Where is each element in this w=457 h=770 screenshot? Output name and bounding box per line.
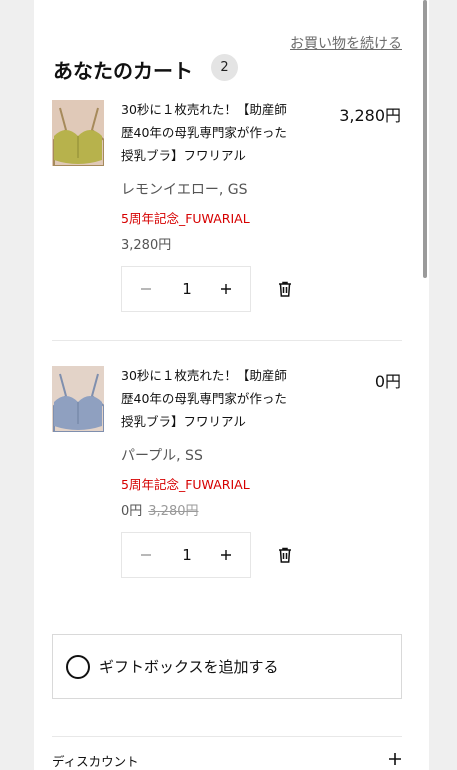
remove-item-button[interactable]	[275, 545, 295, 565]
increase-quantity-button[interactable]	[206, 533, 246, 577]
cart-count-badge: 2	[211, 54, 238, 81]
increase-quantity-button[interactable]	[206, 267, 246, 311]
variant-text: レモンイエロー, GS	[121, 182, 248, 198]
product-image[interactable]	[52, 100, 104, 166]
variant-text: パープル, SS	[121, 448, 203, 464]
quantity-stepper: 1	[121, 266, 251, 312]
line-total: 0円	[374, 372, 401, 391]
decrease-quantity-button[interactable]	[126, 533, 166, 577]
remove-item-button[interactable]	[275, 279, 295, 299]
minus-icon	[141, 288, 151, 290]
discount-expand-button[interactable]	[388, 751, 402, 765]
gift-box-option[interactable]: ギフトボックスを追加する	[52, 634, 402, 699]
quantity-input[interactable]: 1	[167, 267, 207, 311]
plus-icon	[389, 753, 401, 765]
unit-price-row: 0円 3,280円	[121, 500, 199, 519]
gift-radio-button[interactable]	[66, 655, 90, 679]
product-name[interactable]: 30秒に１枚売れた！【助産師歴40年の母乳専門家が作った授乳ブラ】フワリアル	[121, 364, 291, 433]
unit-price: 3,280円	[121, 238, 172, 253]
promo-label: 5周年記念_FUWARIAL	[121, 477, 250, 492]
cart-title: あなたのカート	[53, 59, 193, 83]
plus-icon	[221, 284, 231, 294]
quantity-stepper: 1	[121, 532, 251, 578]
discount-toggle-label[interactable]: ディスカウント	[52, 751, 139, 770]
unit-price: 0円	[121, 504, 143, 519]
section-divider	[52, 736, 402, 737]
trash-icon	[279, 547, 291, 563]
continue-shopping-link[interactable]: お買い物を続ける	[290, 33, 402, 53]
unit-price-row: 3,280円	[121, 234, 171, 253]
promo-label: 5周年記念_FUWARIAL	[121, 211, 250, 226]
line-total: 3,280円	[339, 106, 401, 125]
item-divider	[52, 340, 402, 341]
product-image[interactable]	[52, 366, 104, 432]
quantity-input[interactable]: 1	[167, 533, 207, 577]
plus-icon	[221, 550, 231, 560]
trash-icon	[279, 281, 291, 297]
original-price: 3,280円	[148, 504, 199, 519]
minus-icon	[141, 554, 151, 556]
decrease-quantity-button[interactable]	[126, 267, 166, 311]
scrollbar[interactable]	[423, 0, 427, 278]
product-name[interactable]: 30秒に１枚売れた！【助産師歴40年の母乳専門家が作った授乳ブラ】フワリアル	[121, 98, 291, 167]
gift-box-label: ギフトボックスを追加する	[99, 658, 279, 676]
